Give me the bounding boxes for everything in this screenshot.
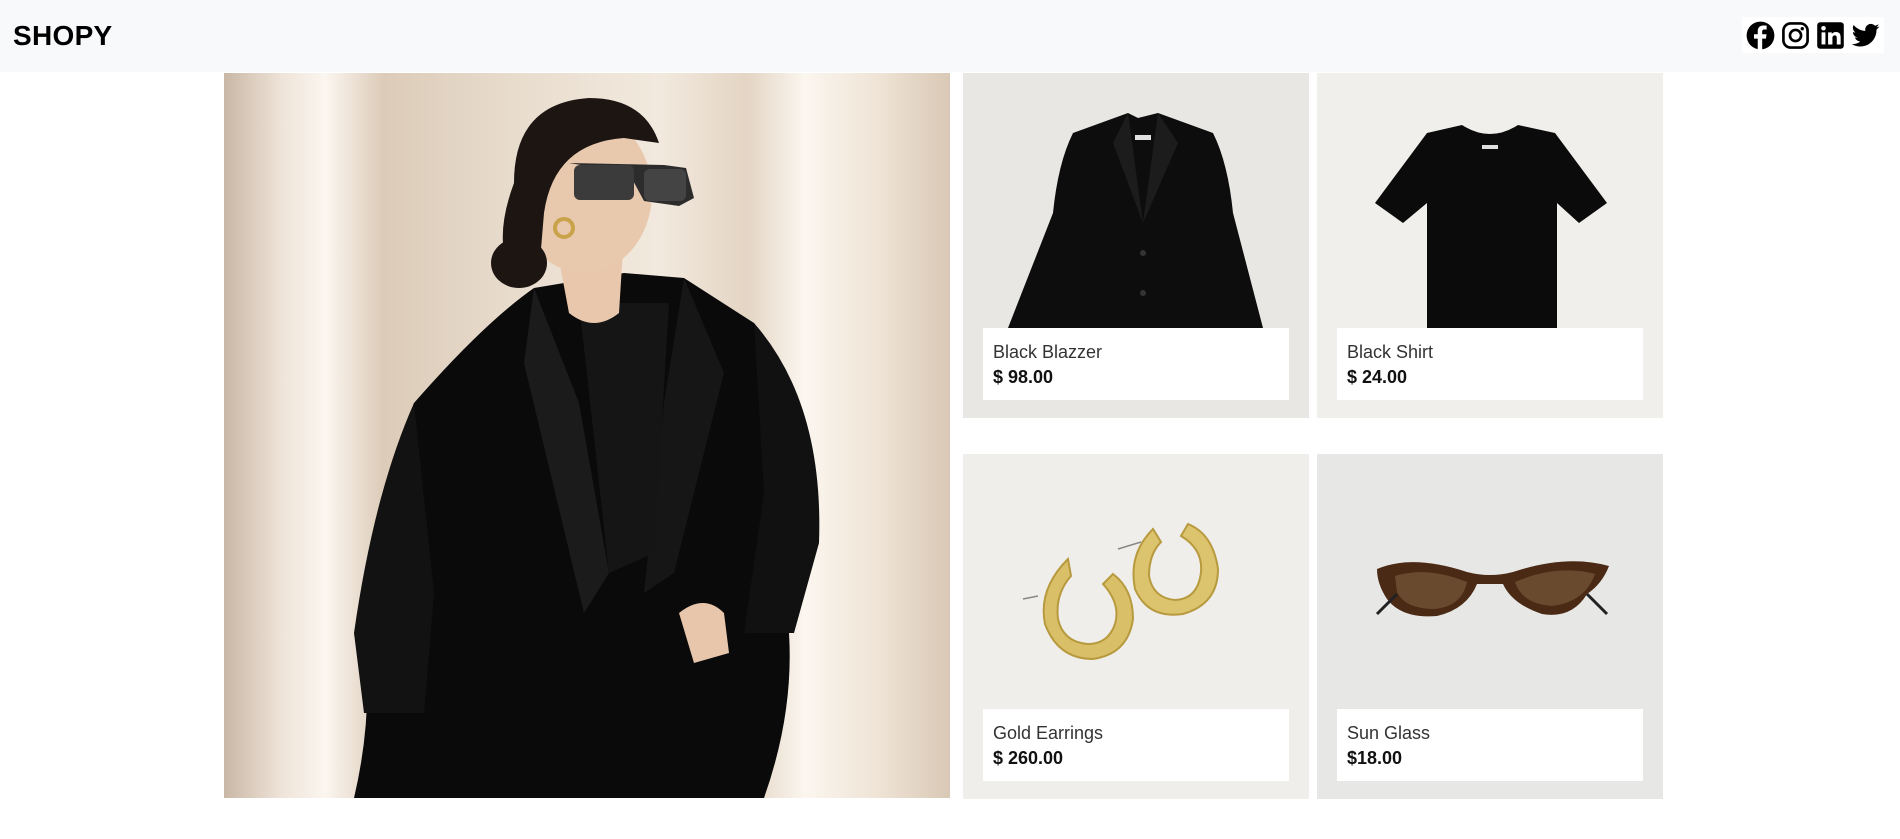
product-name[interactable]: Gold Earrings (993, 721, 1279, 745)
black-blazer-image (963, 73, 1309, 328)
instagram-link[interactable] (1781, 21, 1810, 50)
product-info: Black Shirt $ 24.00 (1337, 328, 1643, 400)
product-price: $ 24.00 (1347, 367, 1408, 387)
product-price: $ 260.00 (993, 748, 1064, 768)
gold-earrings-image (963, 454, 1309, 709)
product-info: Black Blazzer $ 98.00 (983, 328, 1289, 400)
facebook-icon (1746, 21, 1775, 50)
woman-in-black-blazer-image (354, 98, 820, 798)
product-card[interactable]: Gold Earrings $ 260.00 (963, 454, 1309, 799)
hero-image (224, 73, 950, 798)
instagram-icon (1782, 21, 1809, 49)
product-name[interactable]: Black Blazzer (993, 340, 1279, 364)
brand-logo[interactable]: SHOPY (13, 20, 113, 52)
twitter-icon (1851, 23, 1880, 46)
product-name[interactable]: Sun Glass (1347, 721, 1633, 745)
cat-eye-sunglasses-image (1317, 454, 1663, 709)
product-info: Sun Glass $18.00 (1337, 709, 1643, 781)
product-card[interactable]: Black Shirt $ 24.00 (1317, 73, 1663, 418)
twitter-link[interactable] (1851, 21, 1880, 50)
product-price: $ 98.00 (993, 367, 1054, 387)
product-name[interactable]: Black Shirt (1347, 340, 1633, 364)
product-card[interactable]: Black Blazzer $ 98.00 (963, 73, 1309, 418)
navbar: SHOPY (0, 0, 1900, 72)
linkedin-link[interactable] (1816, 21, 1845, 50)
product-info: Gold Earrings $ 260.00 (983, 709, 1289, 781)
black-tshirt-image (1317, 73, 1663, 328)
product-price: $18.00 (1347, 748, 1403, 768)
product-card[interactable]: Sun Glass $18.00 (1317, 454, 1663, 799)
social-links (1742, 17, 1884, 53)
linkedin-icon (1817, 21, 1844, 49)
facebook-link[interactable] (1746, 21, 1775, 50)
